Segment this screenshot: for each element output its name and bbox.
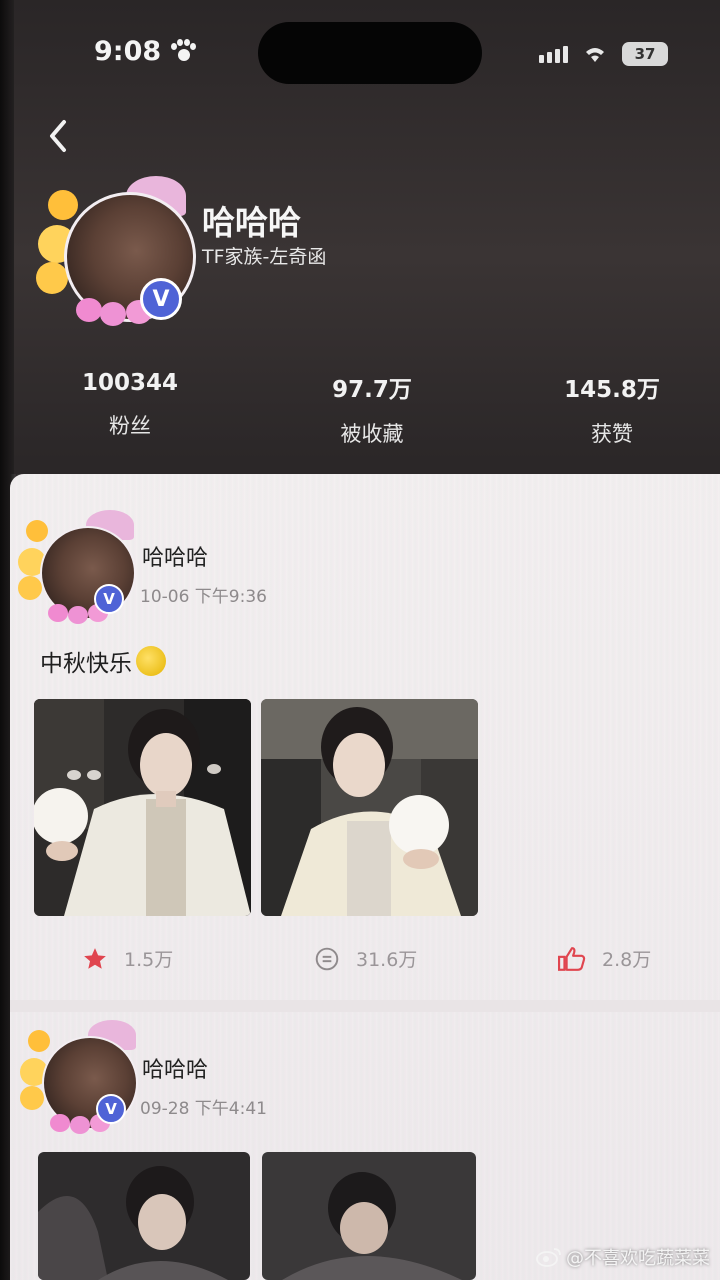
photo-person-4 bbox=[262, 1152, 476, 1280]
verified-badge-icon: V bbox=[140, 278, 182, 320]
comment-count: 31.6万 bbox=[356, 949, 418, 971]
profile-avatar[interactable]: V bbox=[30, 170, 200, 335]
app-screen: 9:08 37 V 哈哈哈 TF家族-左奇函 100344 粉丝 97.7万 被… bbox=[0, 0, 720, 1280]
chevron-left-icon bbox=[50, 120, 66, 152]
post-content: 中秋快乐 bbox=[40, 644, 166, 678]
stat-label: 被收藏 bbox=[340, 422, 404, 446]
comment-icon bbox=[315, 947, 339, 970]
dynamic-island bbox=[258, 22, 482, 84]
post-photo[interactable] bbox=[262, 1152, 476, 1280]
photo-person-2 bbox=[261, 699, 478, 916]
like-button[interactable]: 2.8万 bbox=[558, 945, 651, 972]
post-author-avatar[interactable]: V bbox=[14, 508, 140, 630]
post-text: 中秋快乐 bbox=[40, 651, 132, 677]
verified-badge-icon: V bbox=[94, 584, 124, 614]
like-count: 2.8万 bbox=[602, 949, 652, 971]
stat-value: 100344 bbox=[81, 370, 179, 396]
photo-person-3 bbox=[38, 1152, 250, 1280]
signal-icon bbox=[539, 45, 568, 63]
battery-indicator: 37 bbox=[622, 42, 668, 66]
collect-count: 1.5万 bbox=[124, 949, 174, 971]
wifi-icon bbox=[586, 48, 604, 62]
thumbs-up-icon bbox=[558, 946, 586, 971]
post-photo[interactable] bbox=[261, 699, 478, 916]
post-timestamp: 09-28 下午4:41 bbox=[140, 1099, 267, 1119]
watermark-text: @不喜欢吃蔬菜菜 bbox=[566, 1248, 710, 1269]
weibo-logo-icon bbox=[536, 1248, 561, 1267]
back-button[interactable] bbox=[40, 116, 76, 156]
star-icon bbox=[84, 947, 106, 969]
weibo-watermark: @不喜欢吃蔬菜菜 bbox=[536, 1244, 710, 1270]
profile-subtitle: TF家族-左奇函 bbox=[202, 246, 327, 268]
post-author-avatar[interactable]: V bbox=[16, 1018, 142, 1140]
status-bar-indicators: 37 bbox=[539, 42, 668, 66]
status-bar-time: 9:08 bbox=[94, 36, 197, 67]
stat-likes[interactable]: 145.8万 获赞 bbox=[522, 370, 702, 448]
verified-badge-icon: V bbox=[96, 1094, 126, 1124]
photo-person-1 bbox=[34, 699, 251, 916]
post-actions: 1.5万 31.6万 2.8万 bbox=[10, 935, 720, 985]
paw-icon bbox=[169, 38, 197, 65]
stat-fans[interactable]: 100344 粉丝 bbox=[40, 370, 220, 440]
comment-button[interactable]: 31.6万 bbox=[314, 945, 417, 972]
post-timestamp: 10-06 下午9:36 bbox=[140, 587, 267, 607]
stat-collected[interactable]: 97.7万 被收藏 bbox=[282, 370, 462, 448]
clock: 9:08 bbox=[94, 36, 162, 67]
stat-label: 获赞 bbox=[591, 422, 633, 446]
moon-icon bbox=[136, 646, 166, 676]
stat-label: 粉丝 bbox=[109, 414, 151, 438]
stat-value: 145.8万 bbox=[564, 377, 660, 403]
post-divider bbox=[10, 1000, 720, 1012]
stat-value: 97.7万 bbox=[332, 377, 412, 403]
collect-button[interactable]: 1.5万 bbox=[82, 945, 173, 972]
profile-stats: 100344 粉丝 97.7万 被收藏 145.8万 获赞 bbox=[0, 370, 720, 450]
post-author-name[interactable]: 哈哈哈 bbox=[142, 540, 208, 572]
post-photo[interactable] bbox=[34, 699, 251, 916]
profile-name: 哈哈哈 bbox=[202, 203, 301, 242]
post-author-name[interactable]: 哈哈哈 bbox=[142, 1052, 208, 1084]
post-photo[interactable] bbox=[38, 1152, 250, 1280]
